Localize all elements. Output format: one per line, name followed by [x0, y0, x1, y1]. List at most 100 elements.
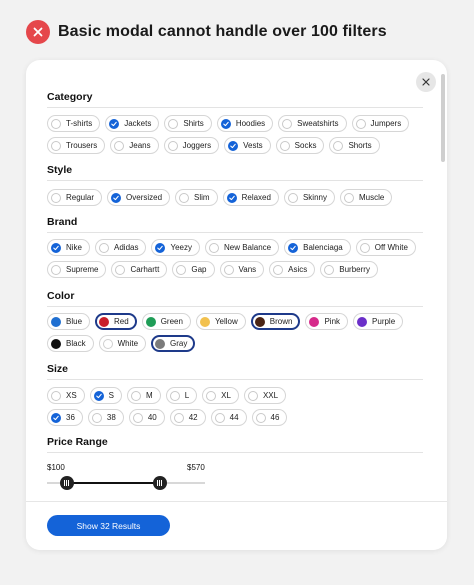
size-chip-44[interactable]: 44 — [210, 409, 247, 426]
size-chip-m[interactable]: M — [127, 387, 161, 404]
price-max-label: $570 — [187, 463, 205, 472]
color-chip-black[interactable]: Black — [47, 335, 94, 352]
show-results-button[interactable]: Show 32 Results — [47, 515, 170, 536]
color-chip-red[interactable]: Red — [95, 313, 137, 330]
color-chip-label: White — [117, 339, 139, 348]
color-chip-label: Pink — [324, 317, 341, 326]
size-chip-l[interactable]: L — [165, 387, 198, 404]
category-chip-t-shirts[interactable]: T-shirts — [47, 115, 101, 132]
category-chip-socks[interactable]: Socks — [275, 137, 325, 154]
size-chip-s[interactable]: S — [89, 387, 123, 404]
checkbox-circle — [179, 192, 190, 203]
size-chip-label: 46 — [270, 413, 280, 422]
color-chip-blue[interactable]: Blue — [47, 313, 91, 330]
brand-chip-gap[interactable]: Gap — [172, 261, 215, 278]
brand-chip-label: Nike — [66, 243, 83, 252]
price-max-thumb[interactable] — [152, 476, 167, 490]
brand-chip-off-white[interactable]: Off White — [355, 239, 416, 256]
color-chip-gray[interactable]: Gray — [151, 335, 196, 352]
category-chip-shorts[interactable]: Shorts — [329, 137, 380, 154]
style-chip-muscle[interactable]: Muscle — [339, 189, 393, 206]
scrollbar-thumb[interactable] — [441, 74, 445, 162]
color-chip-yellow[interactable]: Yellow — [195, 313, 246, 330]
size-row: XS S M L XL XXL — [47, 387, 287, 404]
brand-chip-supreme[interactable]: Supreme — [47, 261, 107, 278]
brand-chip-label: Vans — [238, 265, 257, 274]
style-section-title: Style — [47, 164, 73, 176]
category-chip-trousers[interactable]: Trousers — [47, 137, 106, 154]
brand-chip-asics[interactable]: Asics — [269, 261, 316, 278]
color-chip-pink[interactable]: Pink — [305, 313, 349, 330]
color-chip-green[interactable]: Green — [141, 313, 191, 330]
color-swatch-brown — [254, 316, 265, 327]
color-chip-label: Red — [114, 317, 129, 326]
brand-chip-carhartt[interactable]: Carhartt — [111, 261, 168, 278]
checkmark-icon — [220, 118, 231, 129]
checkbox-circle — [208, 242, 219, 253]
brand-chip-balenciaga[interactable]: Balenciaga — [284, 239, 351, 256]
size-chip-36[interactable]: 36 — [47, 409, 83, 426]
color-chip-brown[interactable]: Brown — [250, 313, 301, 330]
color-chip-purple[interactable]: Purple — [353, 313, 404, 330]
brand-chip-yeezy[interactable]: Yeezy — [151, 239, 200, 256]
category-chip-joggers[interactable]: Joggers — [163, 137, 220, 154]
category-chip-label: T-shirts — [66, 119, 93, 128]
style-chip-oversized[interactable]: Oversized — [107, 189, 171, 206]
size-chip-42[interactable]: 42 — [169, 409, 206, 426]
category-chip-sweatshirts[interactable]: Sweatshirts — [278, 115, 347, 132]
brand-chip-burberry[interactable]: Burberry — [320, 261, 378, 278]
color-swatch-green — [145, 316, 156, 327]
color-row: Blue Red Green Yellow Brown Pink Purple — [47, 313, 404, 330]
brand-chip-adidas[interactable]: Adidas — [95, 239, 147, 256]
price-slider-fill — [66, 482, 160, 484]
size-chip-label: 42 — [188, 413, 198, 422]
category-chip-jumpers[interactable]: Jumpers — [351, 115, 410, 132]
checkbox-circle — [51, 140, 61, 151]
size-chip-46[interactable]: 46 — [251, 409, 288, 426]
category-chip-label: Jeans — [129, 141, 151, 150]
brand-chip-vans[interactable]: Vans — [219, 261, 265, 278]
price-min-thumb[interactable] — [59, 476, 74, 490]
modal-close-button[interactable] — [416, 72, 436, 92]
brand-chip-label: Supreme — [66, 265, 99, 274]
category-chip-shirts[interactable]: Shirts — [164, 115, 212, 132]
brand-chip-nike[interactable]: Nike — [47, 239, 91, 256]
style-chip-skinny[interactable]: Skinny — [283, 189, 335, 206]
brand-chip-new-balance[interactable]: New Balance — [204, 239, 280, 256]
checkbox-circle — [255, 412, 266, 423]
category-divider — [47, 107, 423, 108]
brand-row: Nike Adidas Yeezy New Balance Balenciaga Off … — [47, 239, 416, 256]
category-chip-jeans[interactable]: Jeans — [110, 137, 159, 154]
checkbox-circle — [114, 140, 125, 151]
checkbox-circle — [115, 264, 126, 275]
category-chip-label: Sweatshirts — [297, 119, 339, 128]
size-chip-40[interactable]: 40 — [128, 409, 165, 426]
style-chip-slim[interactable]: Slim — [175, 189, 218, 206]
style-chip-regular[interactable]: Regular — [47, 189, 103, 206]
checkbox-circle — [99, 242, 110, 253]
brand-chip-label: New Balance — [223, 243, 272, 252]
brand-chip-label: Asics — [288, 265, 308, 274]
category-row: Trousers Jeans Joggers Vests Socks Shorts — [47, 137, 380, 154]
size-chip-xs[interactable]: XS — [47, 387, 85, 404]
color-chip-label: Gray — [170, 339, 188, 348]
color-divider — [47, 306, 423, 307]
category-chip-vests[interactable]: Vests — [224, 137, 271, 154]
style-chip-relaxed[interactable]: Relaxed — [222, 189, 279, 206]
size-chip-38[interactable]: 38 — [87, 409, 124, 426]
category-chip-label: Shirts — [183, 119, 204, 128]
color-swatch-red — [99, 316, 110, 327]
filter-modal: Category T-shirts Jackets Shirts Hoodies Swea… — [26, 60, 447, 550]
close-icon — [26, 20, 50, 44]
size-chip-xxl[interactable]: XXL — [243, 387, 287, 404]
size-chip-xl[interactable]: XL — [202, 387, 239, 404]
category-chip-hoodies[interactable]: Hoodies — [216, 115, 274, 132]
color-chip-white[interactable]: White — [98, 335, 147, 352]
color-swatch-white — [102, 338, 113, 349]
size-chip-label: XL — [221, 391, 231, 400]
scrollbar[interactable] — [441, 74, 445, 504]
category-chip-jackets[interactable]: Jackets — [105, 115, 160, 132]
brand-divider — [47, 232, 423, 233]
price-divider — [47, 452, 423, 453]
checkbox-circle — [247, 390, 258, 401]
